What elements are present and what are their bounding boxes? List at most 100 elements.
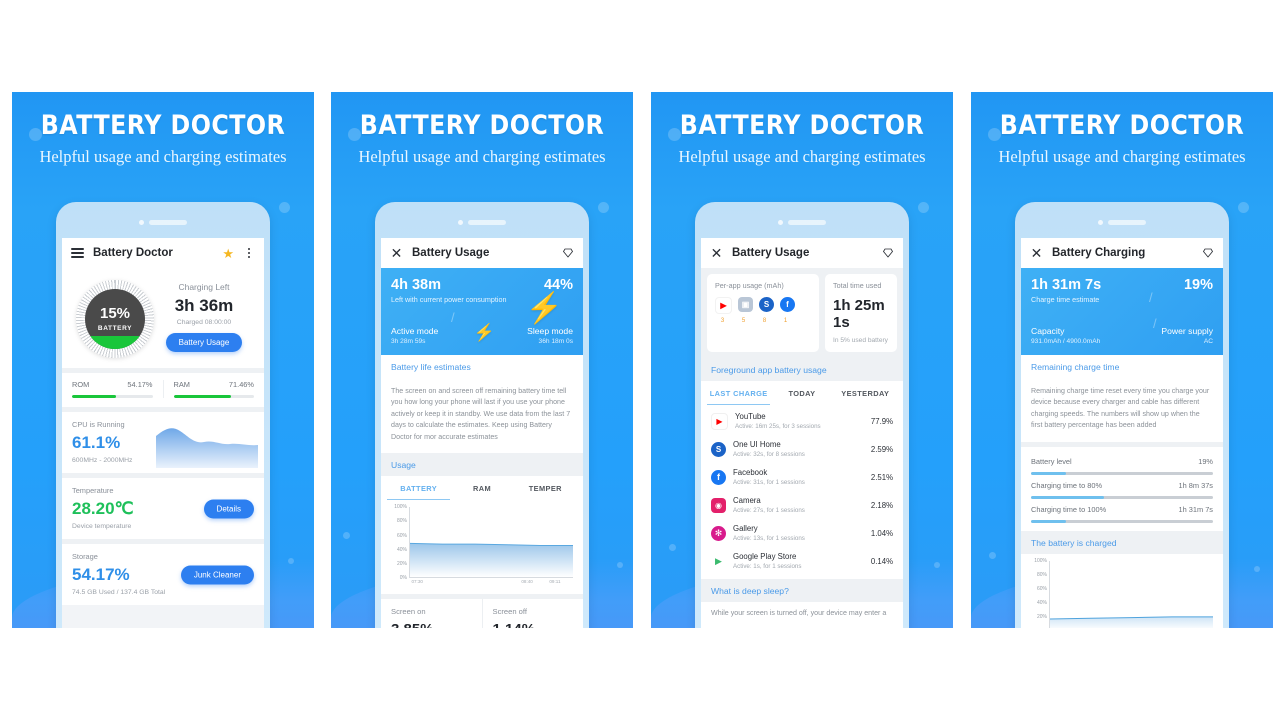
hero-caption: Charge time estimate [1031, 295, 1100, 304]
phone-notch [695, 220, 909, 225]
list-item[interactable]: f Facebook Active: 31s, for 1 sessions 2… [701, 463, 903, 491]
chart-plot-area [1049, 560, 1213, 628]
list-item[interactable]: ✻ Gallery Active: 13s, for 1 sessions 1.… [701, 519, 903, 547]
tab-battery[interactable]: BATTERY [387, 484, 451, 501]
charge-period-tabs: LAST CHARGE TODAY YESTERDAY [701, 381, 903, 405]
rom-value: 54.17% [127, 380, 153, 389]
speaker-grill-icon [468, 220, 506, 225]
ram-block: RAM 71.46% [164, 380, 265, 398]
screen-on-value: 3.85% [391, 621, 472, 628]
gallery-photos-icon[interactable]: ▣ [738, 297, 753, 312]
hero-percent: 44% [543, 277, 573, 293]
x-axis-labels: 07:30 08:40 09:11 [409, 579, 573, 590]
close-icon[interactable]: ✕ [710, 246, 723, 260]
bubble-decoration [617, 562, 623, 568]
active-mode-label: Active mode [391, 326, 439, 336]
total-time-value: 1h 25m 1s [833, 297, 885, 331]
per-app-usage-card: Per-app usage (mAh) ▶ ▣ S f 3 5 8 1 [707, 274, 819, 352]
star-icon[interactable]: ★ [222, 247, 234, 260]
power-supply-label: Power supply [1161, 326, 1213, 336]
y-tick: 100% [1034, 557, 1047, 564]
app-detail: Active: 13s, for 1 sessions [733, 535, 805, 542]
diamond-icon[interactable] [562, 247, 574, 259]
section-foreground-app-battery-usage: Foreground app battery usage [701, 358, 903, 381]
store-screenshot-panel-2: BATTERY DOCTOR Helpful usage and chargin… [331, 92, 633, 628]
ram-label: RAM [173, 380, 190, 389]
bubble-decoration [288, 558, 294, 564]
phone-notch [56, 220, 270, 225]
total-time-used-card: Total time used 1h 25m 1s In 5% used bat… [825, 274, 897, 352]
y-tick: 60% [1036, 585, 1047, 592]
screen-off-label: Screen off [492, 607, 527, 617]
battery-life-paragraph: The screen on and screen off remaining b… [381, 378, 583, 454]
sleep-mode-label: Sleep mode [527, 326, 573, 336]
app-icon-row: ▶ ▣ S f [715, 297, 811, 314]
y-tick: 20% [1036, 613, 1047, 620]
screen-on-block: Screen on 3.85% 189.0 mAh in 28m 35s [381, 599, 483, 628]
rom-block: ROM 54.17% [62, 380, 164, 398]
battery-gauge: 15% BATTERY [76, 280, 154, 358]
section-the-battery-is-charged: The battery is charged [1021, 530, 1223, 554]
x-tick: 08:40 [521, 579, 533, 585]
one-ui-home-icon[interactable]: S [759, 297, 774, 312]
app-bar-title: Battery Charging [1052, 247, 1146, 259]
close-icon[interactable]: ✕ [390, 246, 403, 260]
lightning-bolt-icon: ⚡ [525, 292, 563, 325]
details-button[interactable]: Details [203, 499, 254, 518]
tab-temper[interactable]: TEMPER [514, 484, 577, 500]
storage-foot: 74.5 GB Used / 137.4 GB Total [72, 589, 166, 596]
slash-decoration: / [1149, 290, 1153, 305]
camera-icon: ◉ [711, 497, 726, 513]
charging-left-value: 3h 36m [174, 296, 234, 315]
charging-levels-card: Battery level 19% Charging time to 80% 1… [1021, 446, 1223, 531]
gallery-icon: ✻ [711, 525, 726, 541]
screen-off-block: Screen off 1.14% 55.0 mAh in 56m 26s [483, 599, 584, 628]
list-item[interactable]: ▶ YouTube Active: 16m 25s, for 3 session… [701, 407, 903, 435]
tab-today[interactable]: TODAY [770, 389, 833, 405]
page-subtitle: Helpful usage and charging estimates [678, 147, 926, 166]
battery-usage-hero: 4h 38m 44% Left with current power consu… [381, 268, 583, 355]
list-item[interactable]: ▶ Google Play Store Active: 1s, for 1 se… [701, 547, 903, 575]
slash-decoration: / [1153, 316, 1157, 331]
battery-usage-button[interactable]: Battery Usage [165, 333, 243, 352]
app-detail: Active: 31s, for 1 sessions [733, 479, 805, 486]
app-name: Google Play Store [733, 552, 797, 561]
app-percent: 77.9% [870, 416, 893, 426]
list-item[interactable]: S One UI Home Active: 32s, for 8 session… [701, 435, 903, 463]
diamond-icon[interactable] [882, 247, 894, 259]
youtube-icon[interactable]: ▶ [715, 297, 732, 314]
y-tick: 0% [399, 575, 407, 582]
page-subtitle: Helpful usage and charging estimates [358, 147, 606, 166]
youtube-icon: ▶ [711, 412, 728, 430]
rom-label: ROM [72, 380, 90, 389]
app-detail: Active: 1s, for 1 sessions [733, 563, 802, 570]
app-percent: 0.14% [870, 556, 893, 566]
level-value: 1h 8m 37s [1178, 480, 1213, 490]
rom-ram-card: ROM 54.17% RAM 71.46% [62, 373, 264, 407]
hamburger-icon[interactable] [71, 248, 84, 258]
overflow-menu-icon[interactable] [243, 247, 255, 259]
phone-screen: ✕ Battery Usage Per-app usage (mAh) ▶ ▣ … [701, 238, 903, 628]
phone-screen: Battery Doctor ★ 15% BATTERY Charging Le… [62, 238, 264, 628]
x-tick: 07:30 [411, 579, 423, 585]
app-count: 5 [741, 318, 746, 324]
phone-screen: ✕ Battery Usage 4h 38m 44% Left with cur… [381, 238, 583, 628]
section-remaining-charge-time: Remaining charge time [1021, 355, 1223, 378]
tab-ram[interactable]: RAM [450, 484, 513, 500]
diamond-icon[interactable] [1202, 247, 1214, 259]
page-title: BATTERY DOCTOR [999, 110, 1245, 141]
app-bar: ✕ Battery Usage [381, 238, 583, 268]
app-usage-list: ▶ YouTube Active: 16m 25s, for 3 session… [701, 405, 903, 579]
x-tick: 09:11 [549, 579, 561, 585]
close-icon[interactable]: ✕ [1030, 246, 1043, 260]
list-item[interactable]: ◉ Camera Active: 27s, for 1 sessions 2.1… [701, 491, 903, 519]
facebook-icon[interactable]: f [780, 297, 795, 312]
charging-chart-card: 100% 80% 60% 40% 20% 0% [1021, 553, 1223, 628]
junk-cleaner-button[interactable]: Junk Cleaner [180, 565, 254, 584]
usage-tabs: BATTERY RAM TEMPER [381, 476, 583, 501]
app-count: 8 [762, 318, 767, 324]
bubble-decoration [279, 202, 290, 213]
tab-yesterday[interactable]: YESTERDAY [834, 389, 897, 405]
app-percent: 1.04% [870, 528, 893, 538]
tab-last-charge[interactable]: LAST CHARGE [707, 389, 771, 405]
